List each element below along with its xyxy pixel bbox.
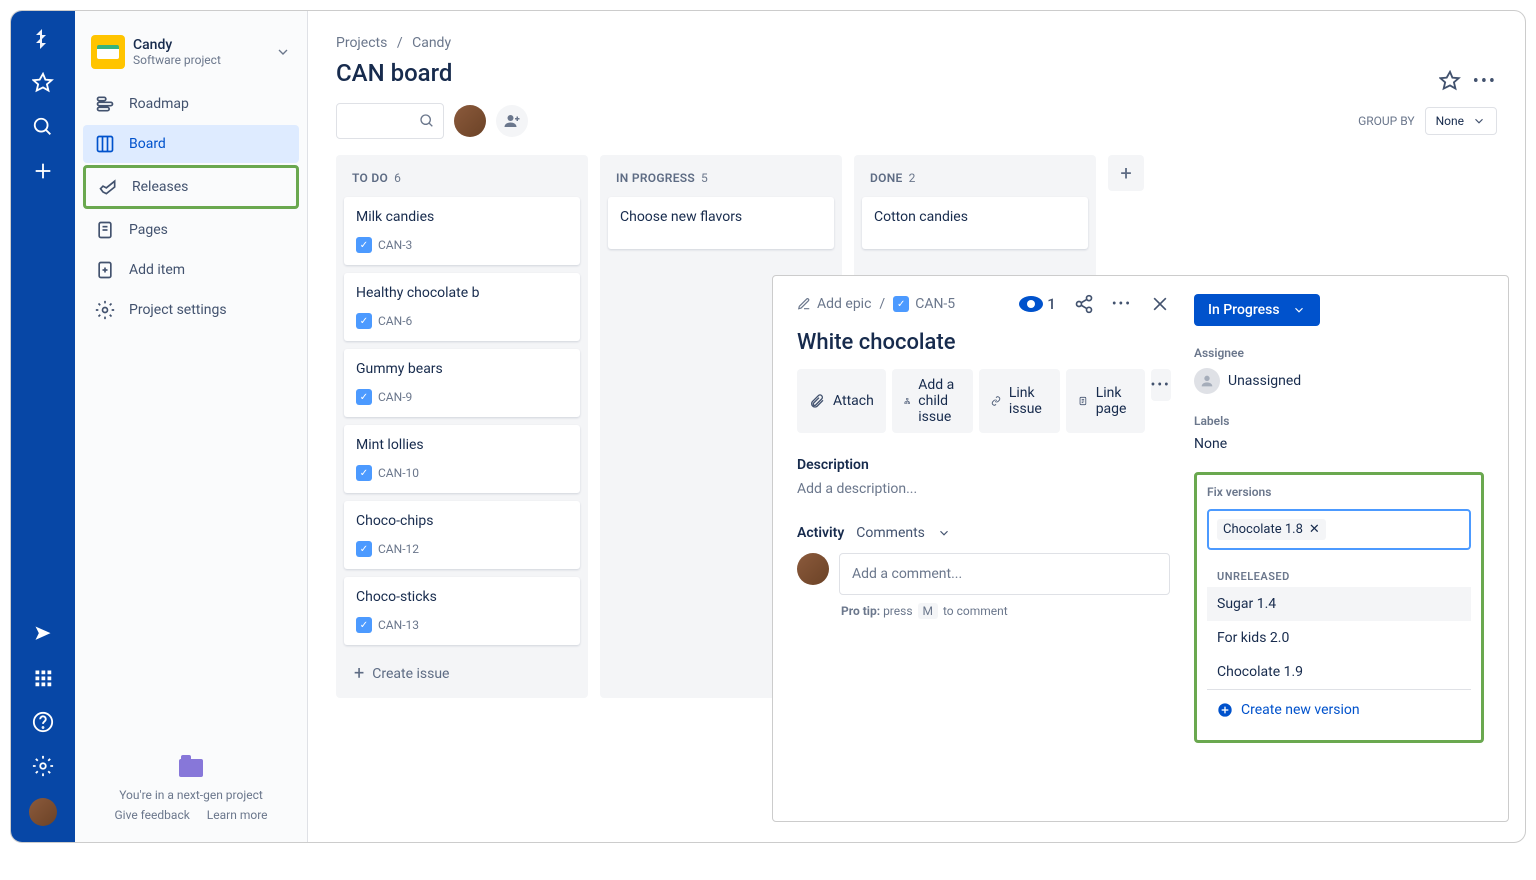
star-icon[interactable] <box>1439 70 1461 92</box>
pages-icon <box>95 220 115 240</box>
breadcrumb: Projects / Candy <box>336 35 1497 51</box>
give-feedback-link[interactable]: Give feedback <box>114 808 189 822</box>
sidebar-item-add[interactable]: Add item <box>83 251 299 289</box>
version-option[interactable]: For kids 2.0 <box>1207 621 1471 655</box>
version-option[interactable]: Chocolate 1.9 <box>1207 655 1471 689</box>
create-icon[interactable] <box>31 159 55 183</box>
notification-icon[interactable] <box>31 622 55 646</box>
person-icon <box>1194 368 1220 394</box>
card[interactable]: Cotton candies <box>862 197 1088 249</box>
card[interactable]: Gummy bears✓CAN-9 <box>344 349 580 417</box>
sidebar-item-label: Pages <box>129 222 168 238</box>
version-chip[interactable]: Chocolate 1.8 ✕ <box>1217 519 1326 540</box>
project-name: Candy <box>133 37 221 53</box>
sidebar-item-label: Board <box>129 136 166 152</box>
link-page-button[interactable]: Link page <box>1066 369 1145 433</box>
sidebar-item-settings[interactable]: Project settings <box>83 291 299 329</box>
assignee-field[interactable]: Unassigned <box>1194 368 1484 394</box>
group-by-dropdown[interactable]: None <box>1425 107 1497 135</box>
fix-versions-input[interactable]: Chocolate 1.8 ✕ <box>1207 509 1471 550</box>
issue-modal: Add epic / ✓ CAN-5 1 ••• <box>772 275 1509 822</box>
project-type: Software project <box>133 53 221 67</box>
column-todo: TO DO6 Milk candies✓CAN-3Healthy chocola… <box>336 155 588 698</box>
share-icon[interactable] <box>1074 294 1094 314</box>
global-nav-rail <box>11 11 75 842</box>
attach-button[interactable]: Attach <box>797 369 886 433</box>
pro-tip: Pro tip: press M to comment <box>841 603 1170 619</box>
page-title: CAN board <box>336 59 452 87</box>
labels-field[interactable]: None <box>1194 436 1484 452</box>
jira-logo-icon[interactable] <box>31 27 55 51</box>
add-child-button[interactable]: Add a child issue <box>892 369 973 433</box>
user-avatar <box>797 553 829 585</box>
sidebar-item-label: Project settings <box>129 302 227 318</box>
search-icon[interactable] <box>31 115 55 139</box>
card[interactable]: Healthy chocolate b✓CAN-6 <box>344 273 580 341</box>
create-version-button[interactable]: Create new version <box>1207 689 1471 730</box>
add-epic-link[interactable]: Add epic <box>797 296 871 312</box>
sidebar-item-releases[interactable]: Releases <box>83 165 299 209</box>
more-icon[interactable]: ••• <box>1112 296 1132 312</box>
status-dropdown[interactable]: In Progress <box>1194 294 1320 326</box>
fix-versions-panel: Fix versions Chocolate 1.8 ✕ UNRELEASED … <box>1194 472 1484 743</box>
link-issue-button[interactable]: Link issue <box>979 369 1060 433</box>
add-item-icon <box>95 260 115 280</box>
remove-icon[interactable]: ✕ <box>1309 522 1320 537</box>
main-content: Projects / Candy CAN board ••• GROUP BY … <box>308 11 1525 842</box>
sidebar-item-label: Releases <box>132 179 188 195</box>
issue-title[interactable]: White chocolate <box>797 330 1170 355</box>
learn-more-link[interactable]: Learn more <box>207 808 268 822</box>
sidebar-item-pages[interactable]: Pages <box>83 211 299 249</box>
breadcrumb-project[interactable]: Candy <box>412 35 451 51</box>
version-group-label: UNRELEASED <box>1207 560 1471 587</box>
chevron-down-icon[interactable] <box>275 44 291 60</box>
add-column-button[interactable]: + <box>1108 155 1144 191</box>
search-input[interactable] <box>336 103 444 139</box>
user-avatar[interactable] <box>454 105 486 137</box>
roadmap-icon <box>95 94 115 114</box>
settings-icon[interactable] <box>31 754 55 778</box>
card[interactable]: Choose new flavors <box>608 197 834 249</box>
board-icon <box>95 134 115 154</box>
more-icon[interactable]: ••• <box>1473 71 1497 92</box>
watch-button[interactable]: 1 <box>1019 295 1056 313</box>
sidebar-item-board[interactable]: Board <box>83 125 299 163</box>
folder-icon <box>179 759 203 777</box>
description-field[interactable]: Add a description... <box>797 481 1170 497</box>
description-label: Description <box>797 457 1170 473</box>
sidebar-item-label: Roadmap <box>129 96 189 112</box>
fix-versions-label: Fix versions <box>1207 485 1471 499</box>
card[interactable]: Choco-chips✓CAN-12 <box>344 501 580 569</box>
card[interactable]: Choco-sticks✓CAN-13 <box>344 577 580 645</box>
sidebar-footer: You're in a next-gen project Give feedba… <box>83 751 299 830</box>
help-icon[interactable] <box>31 710 55 734</box>
labels-label: Labels <box>1194 414 1484 428</box>
star-icon[interactable] <box>31 71 55 95</box>
create-issue-button[interactable]: +Create issue <box>344 653 580 694</box>
close-icon[interactable] <box>1150 294 1170 314</box>
add-person-button[interactable] <box>496 105 528 137</box>
project-header[interactable]: Candy Software project <box>83 35 299 85</box>
releases-icon <box>98 177 118 197</box>
more-actions-button[interactable]: ••• <box>1151 369 1171 401</box>
card[interactable]: Mint lollies✓CAN-10 <box>344 425 580 493</box>
activity-label: Activity <box>797 525 844 541</box>
breadcrumb-projects[interactable]: Projects <box>336 35 387 51</box>
project-icon <box>91 35 125 69</box>
sidebar-item-roadmap[interactable]: Roadmap <box>83 85 299 123</box>
apps-icon[interactable] <box>31 666 55 690</box>
user-avatar[interactable] <box>29 798 57 826</box>
gear-icon <box>95 300 115 320</box>
card[interactable]: Milk candies✓CAN-3 <box>344 197 580 265</box>
version-option[interactable]: Sugar 1.4 <box>1207 587 1471 621</box>
assignee-label: Assignee <box>1194 346 1484 360</box>
sidebar-item-label: Add item <box>129 262 185 278</box>
group-by-label: GROUP BY <box>1358 114 1415 128</box>
issue-key-link[interactable]: ✓ CAN-5 <box>893 296 955 312</box>
project-sidebar: Candy Software project Roadmap Board Rel… <box>75 11 308 842</box>
comment-input[interactable]: Add a comment... <box>839 553 1170 595</box>
